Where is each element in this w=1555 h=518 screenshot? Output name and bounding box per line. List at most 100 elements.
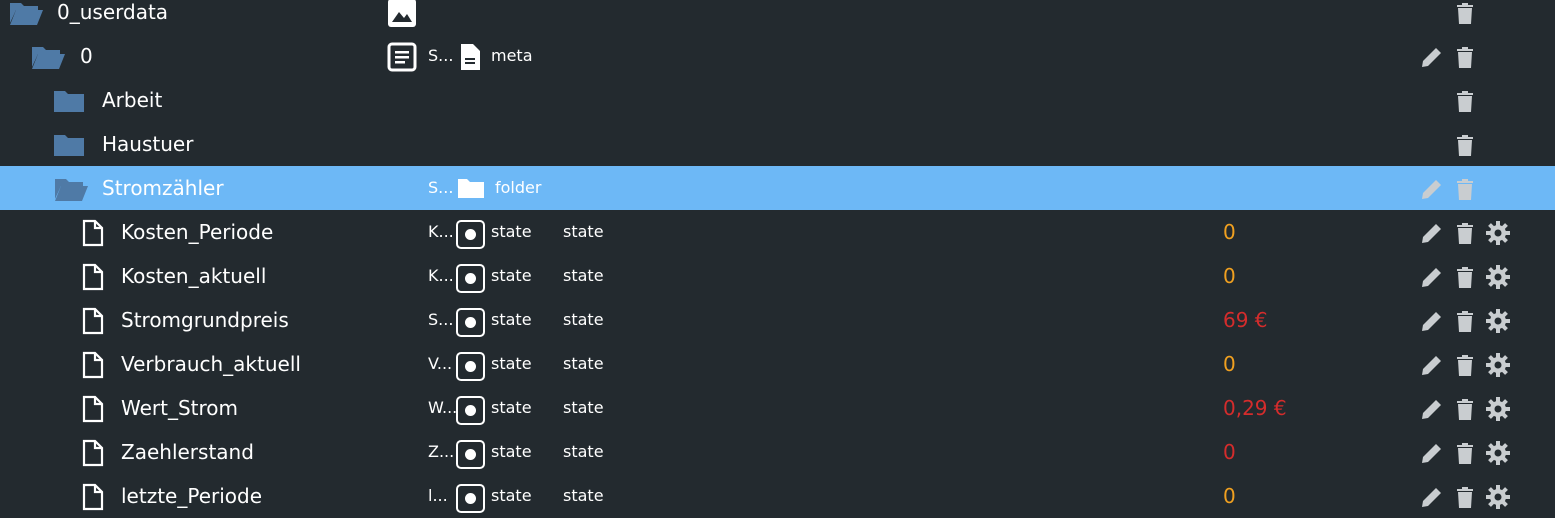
file-icon[interactable] — [81, 351, 105, 383]
delete-button[interactable] — [1452, 396, 1478, 422]
object-type: state — [491, 398, 532, 417]
gear-icon — [1486, 221, 1510, 245]
settings-button[interactable] — [1485, 396, 1511, 422]
tree-row-state[interactable]: letzte_Periode l... state state 0 — [0, 474, 1555, 518]
object-type: state — [491, 442, 532, 461]
file-icon[interactable] — [81, 263, 105, 295]
folder-icon — [457, 177, 485, 203]
settings-button[interactable] — [1485, 352, 1511, 378]
delete-button[interactable] — [1452, 132, 1478, 158]
tree-row-state[interactable]: Stromgrundpreis S... state state 69 € — [0, 298, 1555, 342]
gear-icon — [1486, 441, 1510, 465]
edit-button[interactable] — [1419, 308, 1445, 334]
delete-button[interactable] — [1452, 440, 1478, 466]
trash-icon — [1457, 267, 1473, 288]
delete-button[interactable] — [1452, 220, 1478, 246]
object-type: state — [491, 310, 532, 329]
file-icon[interactable] — [81, 219, 105, 251]
tree-item-name: Kosten_aktuell — [121, 264, 267, 288]
trash-icon — [1457, 179, 1473, 200]
trash-icon — [1457, 135, 1473, 156]
folder-icon[interactable] — [53, 88, 85, 118]
tree-item-name: Arbeit — [102, 88, 163, 112]
tree-row-stromzaehler[interactable]: Stromzähler S... folder — [0, 166, 1555, 210]
folder-open-icon[interactable] — [30, 43, 66, 75]
folder-open-icon[interactable] — [8, 0, 44, 31]
object-type: state — [491, 266, 532, 285]
file-icon[interactable] — [81, 483, 105, 515]
delete-button[interactable] — [1452, 264, 1478, 290]
object-type: meta — [491, 46, 533, 65]
edit-button[interactable] — [1419, 176, 1445, 202]
delete-button[interactable] — [1452, 308, 1478, 334]
state-value[interactable]: 0 — [1223, 484, 1236, 508]
gear-icon — [1486, 397, 1510, 421]
state-icon — [455, 219, 486, 254]
trash-icon — [1457, 3, 1473, 24]
tree-row-0_userdata[interactable]: 0_userdata — [0, 0, 1555, 34]
state-value[interactable]: 0,29 € — [1223, 396, 1287, 420]
delete-button[interactable] — [1452, 88, 1478, 114]
edit-button[interactable] — [1419, 264, 1445, 290]
object-tree: 0_userdata 0 S... meta Arbeit Haustuer S… — [0, 0, 1555, 518]
settings-button[interactable] — [1485, 440, 1511, 466]
tree-item-name: Wert_Strom — [121, 396, 239, 420]
trash-icon — [1457, 311, 1473, 332]
gear-icon — [1486, 485, 1510, 509]
pencil-icon — [1422, 224, 1441, 243]
edit-button[interactable] — [1419, 352, 1445, 378]
object-name-short: V... — [428, 354, 453, 373]
delete-button[interactable] — [1452, 44, 1478, 70]
object-name-short: S... — [428, 178, 454, 197]
state-icon — [455, 307, 486, 342]
tree-row-haustuer[interactable]: Haustuer — [0, 122, 1555, 166]
tree-row-state[interactable]: Zaehlerstand Z... state state 0 — [0, 430, 1555, 474]
text-icon — [387, 42, 417, 76]
edit-button[interactable] — [1419, 220, 1445, 246]
settings-button[interactable] — [1485, 220, 1511, 246]
state-value[interactable]: 69 € — [1223, 308, 1268, 332]
trash-icon — [1457, 47, 1473, 68]
edit-button[interactable] — [1419, 484, 1445, 510]
object-type: state — [491, 486, 532, 505]
tree-item-name: letzte_Periode — [121, 484, 263, 508]
edit-button[interactable] — [1419, 396, 1445, 422]
tree-item-name: Verbrauch_aktuell — [121, 352, 301, 376]
delete-button[interactable] — [1452, 0, 1478, 26]
state-value[interactable]: 0 — [1223, 352, 1236, 376]
file-icon[interactable] — [81, 395, 105, 427]
file-icon[interactable] — [81, 307, 105, 339]
tree-row-state[interactable]: Kosten_aktuell K... state state 0 — [0, 254, 1555, 298]
object-name-short: K... — [428, 266, 454, 285]
delete-button[interactable] — [1452, 352, 1478, 378]
folder-open-icon[interactable] — [53, 175, 89, 207]
trash-icon — [1457, 443, 1473, 464]
delete-button[interactable] — [1452, 176, 1478, 202]
image-icon — [387, 0, 417, 32]
object-name-short: l... — [428, 486, 448, 505]
state-value[interactable]: 0 — [1223, 264, 1236, 288]
settings-button[interactable] — [1485, 484, 1511, 510]
state-value[interactable]: 0 — [1223, 220, 1236, 244]
gear-icon — [1486, 353, 1510, 377]
settings-button[interactable] — [1485, 264, 1511, 290]
object-role: state — [563, 442, 604, 461]
state-value[interactable]: 0 — [1223, 440, 1236, 464]
gear-icon — [1486, 309, 1510, 333]
edit-button[interactable] — [1419, 440, 1445, 466]
delete-button[interactable] — [1452, 484, 1478, 510]
tree-row-state[interactable]: Wert_Strom W... state state 0,29 € — [0, 386, 1555, 430]
tree-row-arbeit[interactable]: Arbeit — [0, 78, 1555, 122]
trash-icon — [1457, 91, 1473, 112]
tree-row-state[interactable]: Kosten_Periode K... state state 0 — [0, 210, 1555, 254]
object-role: state — [563, 266, 604, 285]
state-icon — [455, 351, 486, 386]
folder-icon[interactable] — [53, 132, 85, 162]
gear-icon — [1486, 265, 1510, 289]
tree-row-0[interactable]: 0 S... meta — [0, 34, 1555, 78]
edit-button[interactable] — [1419, 44, 1445, 70]
file-icon[interactable] — [81, 439, 105, 471]
tree-row-state[interactable]: Verbrauch_aktuell V... state state 0 — [0, 342, 1555, 386]
trash-icon — [1457, 355, 1473, 376]
settings-button[interactable] — [1485, 308, 1511, 334]
